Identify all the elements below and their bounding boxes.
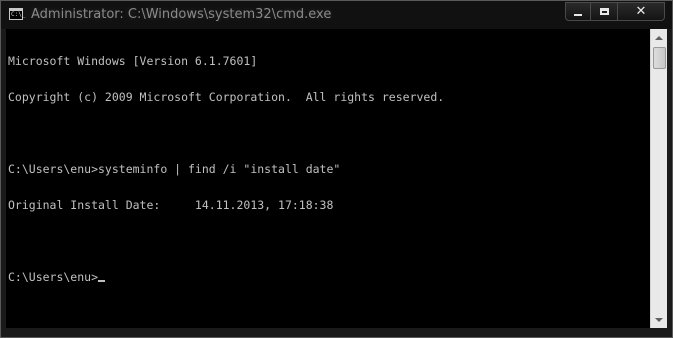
cmd-window: C:\_ Administrator: C:\Windows\system32\… <box>0 0 673 338</box>
title-bar[interactable]: C:\_ Administrator: C:\Windows\system32\… <box>1 1 672 29</box>
close-button[interactable]: ✕ <box>618 2 665 21</box>
console-line: Copyright (c) 2009 Microsoft Corporation… <box>8 90 445 104</box>
minimize-icon <box>574 13 582 16</box>
maximize-button[interactable] <box>591 2 618 21</box>
console-prompt-line[interactable]: C:\Users\enu> <box>8 271 444 283</box>
window-title: Administrator: C:\Windows\system32\cmd.e… <box>31 7 332 22</box>
caption-buttons: ✕ <box>565 2 665 21</box>
scrollbar-thumb[interactable] <box>653 47 666 69</box>
maximize-icon <box>599 8 609 15</box>
close-icon: ✕ <box>635 4 647 19</box>
scroll-up-arrow-icon <box>655 35 663 40</box>
console-line: Microsoft Windows [Version 6.1.7601] <box>8 54 258 68</box>
scroll-up-button[interactable] <box>651 29 667 46</box>
console-text: Microsoft Windows [Version 6.1.7601] Cop… <box>8 31 444 307</box>
window-frame-bottom <box>1 328 672 337</box>
cmd-icon-glyph: C:\_ <box>11 11 26 18</box>
vertical-scrollbar[interactable] <box>650 29 667 328</box>
console-output-area[interactable]: Microsoft Windows [Version 6.1.7601] Cop… <box>6 29 650 328</box>
scroll-down-button[interactable] <box>651 311 667 328</box>
minimize-button[interactable] <box>565 2 591 21</box>
cmd-icon[interactable]: C:\_ <box>9 8 26 20</box>
console-line: Original Install Date: 14.11.2013, 17:18… <box>8 198 334 212</box>
console-line: C:\Users\enu>systeminfo | find /i "insta… <box>8 162 341 176</box>
text-cursor <box>98 280 106 282</box>
console-prompt: C:\Users\enu> <box>8 270 99 284</box>
scroll-down-arrow-icon <box>655 317 663 322</box>
